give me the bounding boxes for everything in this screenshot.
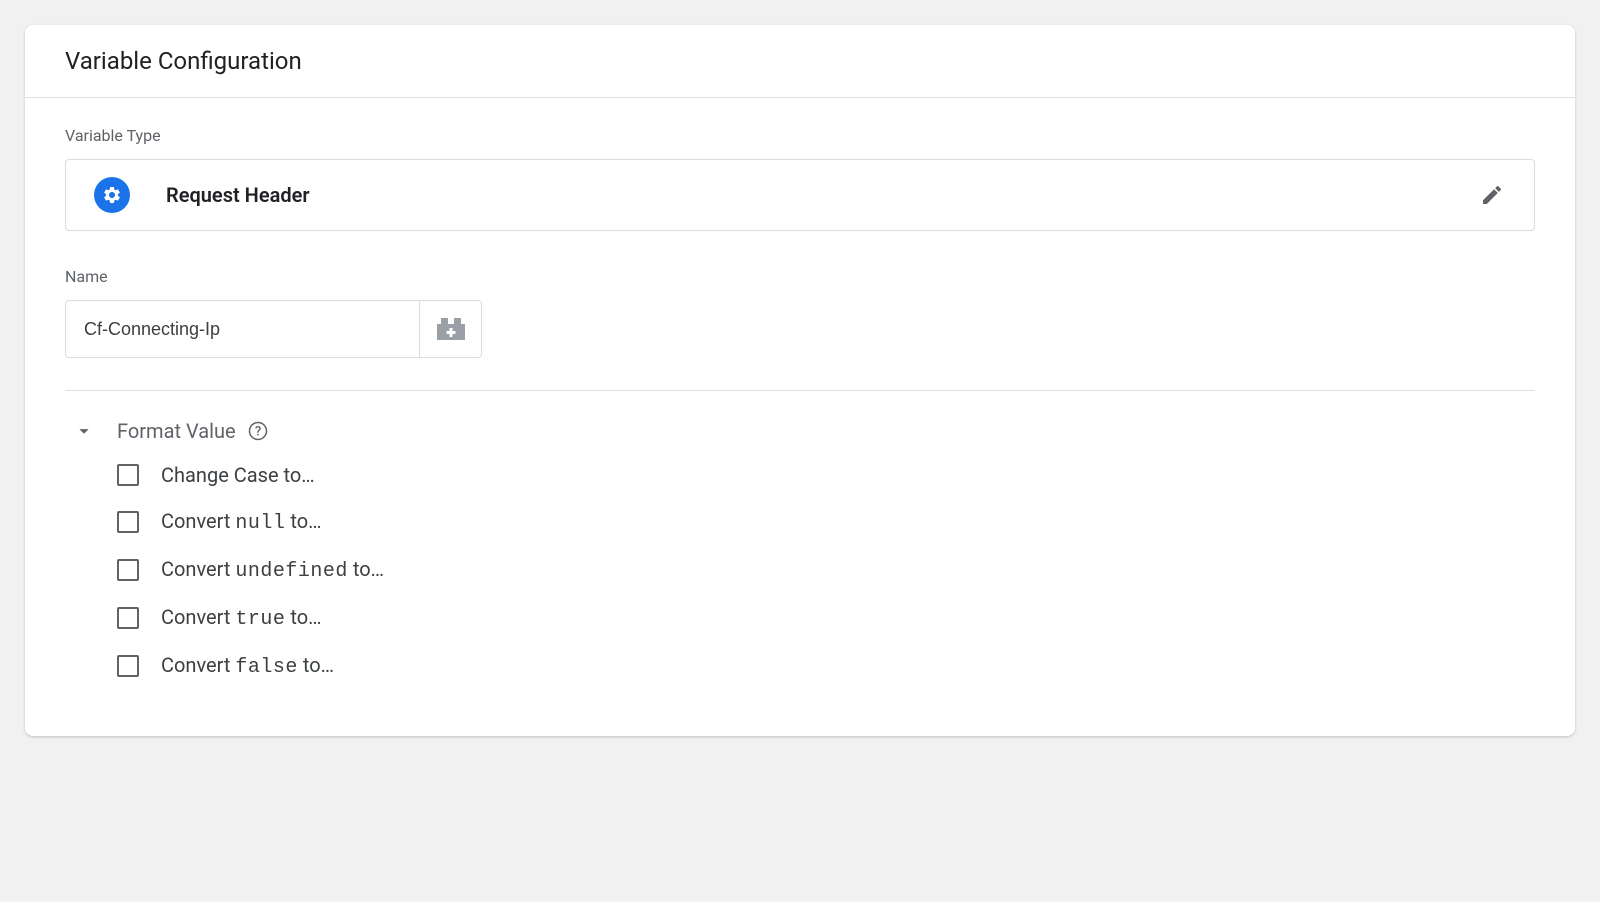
divider bbox=[65, 390, 1535, 391]
help-icon[interactable]: ? bbox=[248, 421, 268, 441]
name-input[interactable] bbox=[65, 300, 420, 358]
variable-picker-button[interactable] bbox=[420, 300, 482, 358]
name-label: Name bbox=[65, 267, 1535, 286]
checkbox-label: Convert null to… bbox=[161, 509, 322, 535]
checkbox[interactable] bbox=[117, 464, 139, 486]
variable-configuration-card: Variable Configuration Variable Type Req… bbox=[25, 25, 1575, 736]
checkbox-label: Change Case to… bbox=[161, 463, 315, 487]
page-title: Variable Configuration bbox=[65, 47, 1535, 75]
format-value-title: Format Value bbox=[117, 419, 236, 443]
checkbox[interactable] bbox=[117, 607, 139, 629]
checkbox[interactable] bbox=[117, 559, 139, 581]
card-header: Variable Configuration bbox=[25, 25, 1575, 98]
gear-icon bbox=[94, 177, 130, 213]
svg-text:?: ? bbox=[254, 425, 260, 440]
edit-icon[interactable] bbox=[1480, 183, 1504, 207]
name-input-group bbox=[65, 300, 1535, 358]
format-options-list: Change Case to… Convert null to… Convert… bbox=[117, 463, 1535, 679]
card-body: Variable Type Request Header Name bbox=[25, 98, 1575, 736]
format-option-convert-null[interactable]: Convert null to… bbox=[117, 509, 1535, 535]
variable-type-selector[interactable]: Request Header bbox=[65, 159, 1535, 231]
variable-type-label: Variable Type bbox=[65, 126, 1535, 145]
variable-type-name: Request Header bbox=[166, 183, 1480, 207]
brick-plus-icon bbox=[437, 318, 465, 340]
format-option-change-case[interactable]: Change Case to… bbox=[117, 463, 1535, 487]
format-option-convert-true[interactable]: Convert true to… bbox=[117, 605, 1535, 631]
checkbox[interactable] bbox=[117, 511, 139, 533]
checkbox-label: Convert true to… bbox=[161, 605, 322, 631]
format-option-convert-false[interactable]: Convert false to… bbox=[117, 653, 1535, 679]
format-value-toggle[interactable]: Format Value ? bbox=[65, 419, 1535, 443]
checkbox[interactable] bbox=[117, 655, 139, 677]
checkbox-label: Convert undefined to… bbox=[161, 557, 384, 583]
checkbox-label: Convert false to… bbox=[161, 653, 334, 679]
chevron-down-icon bbox=[73, 420, 95, 442]
format-option-convert-undefined[interactable]: Convert undefined to… bbox=[117, 557, 1535, 583]
